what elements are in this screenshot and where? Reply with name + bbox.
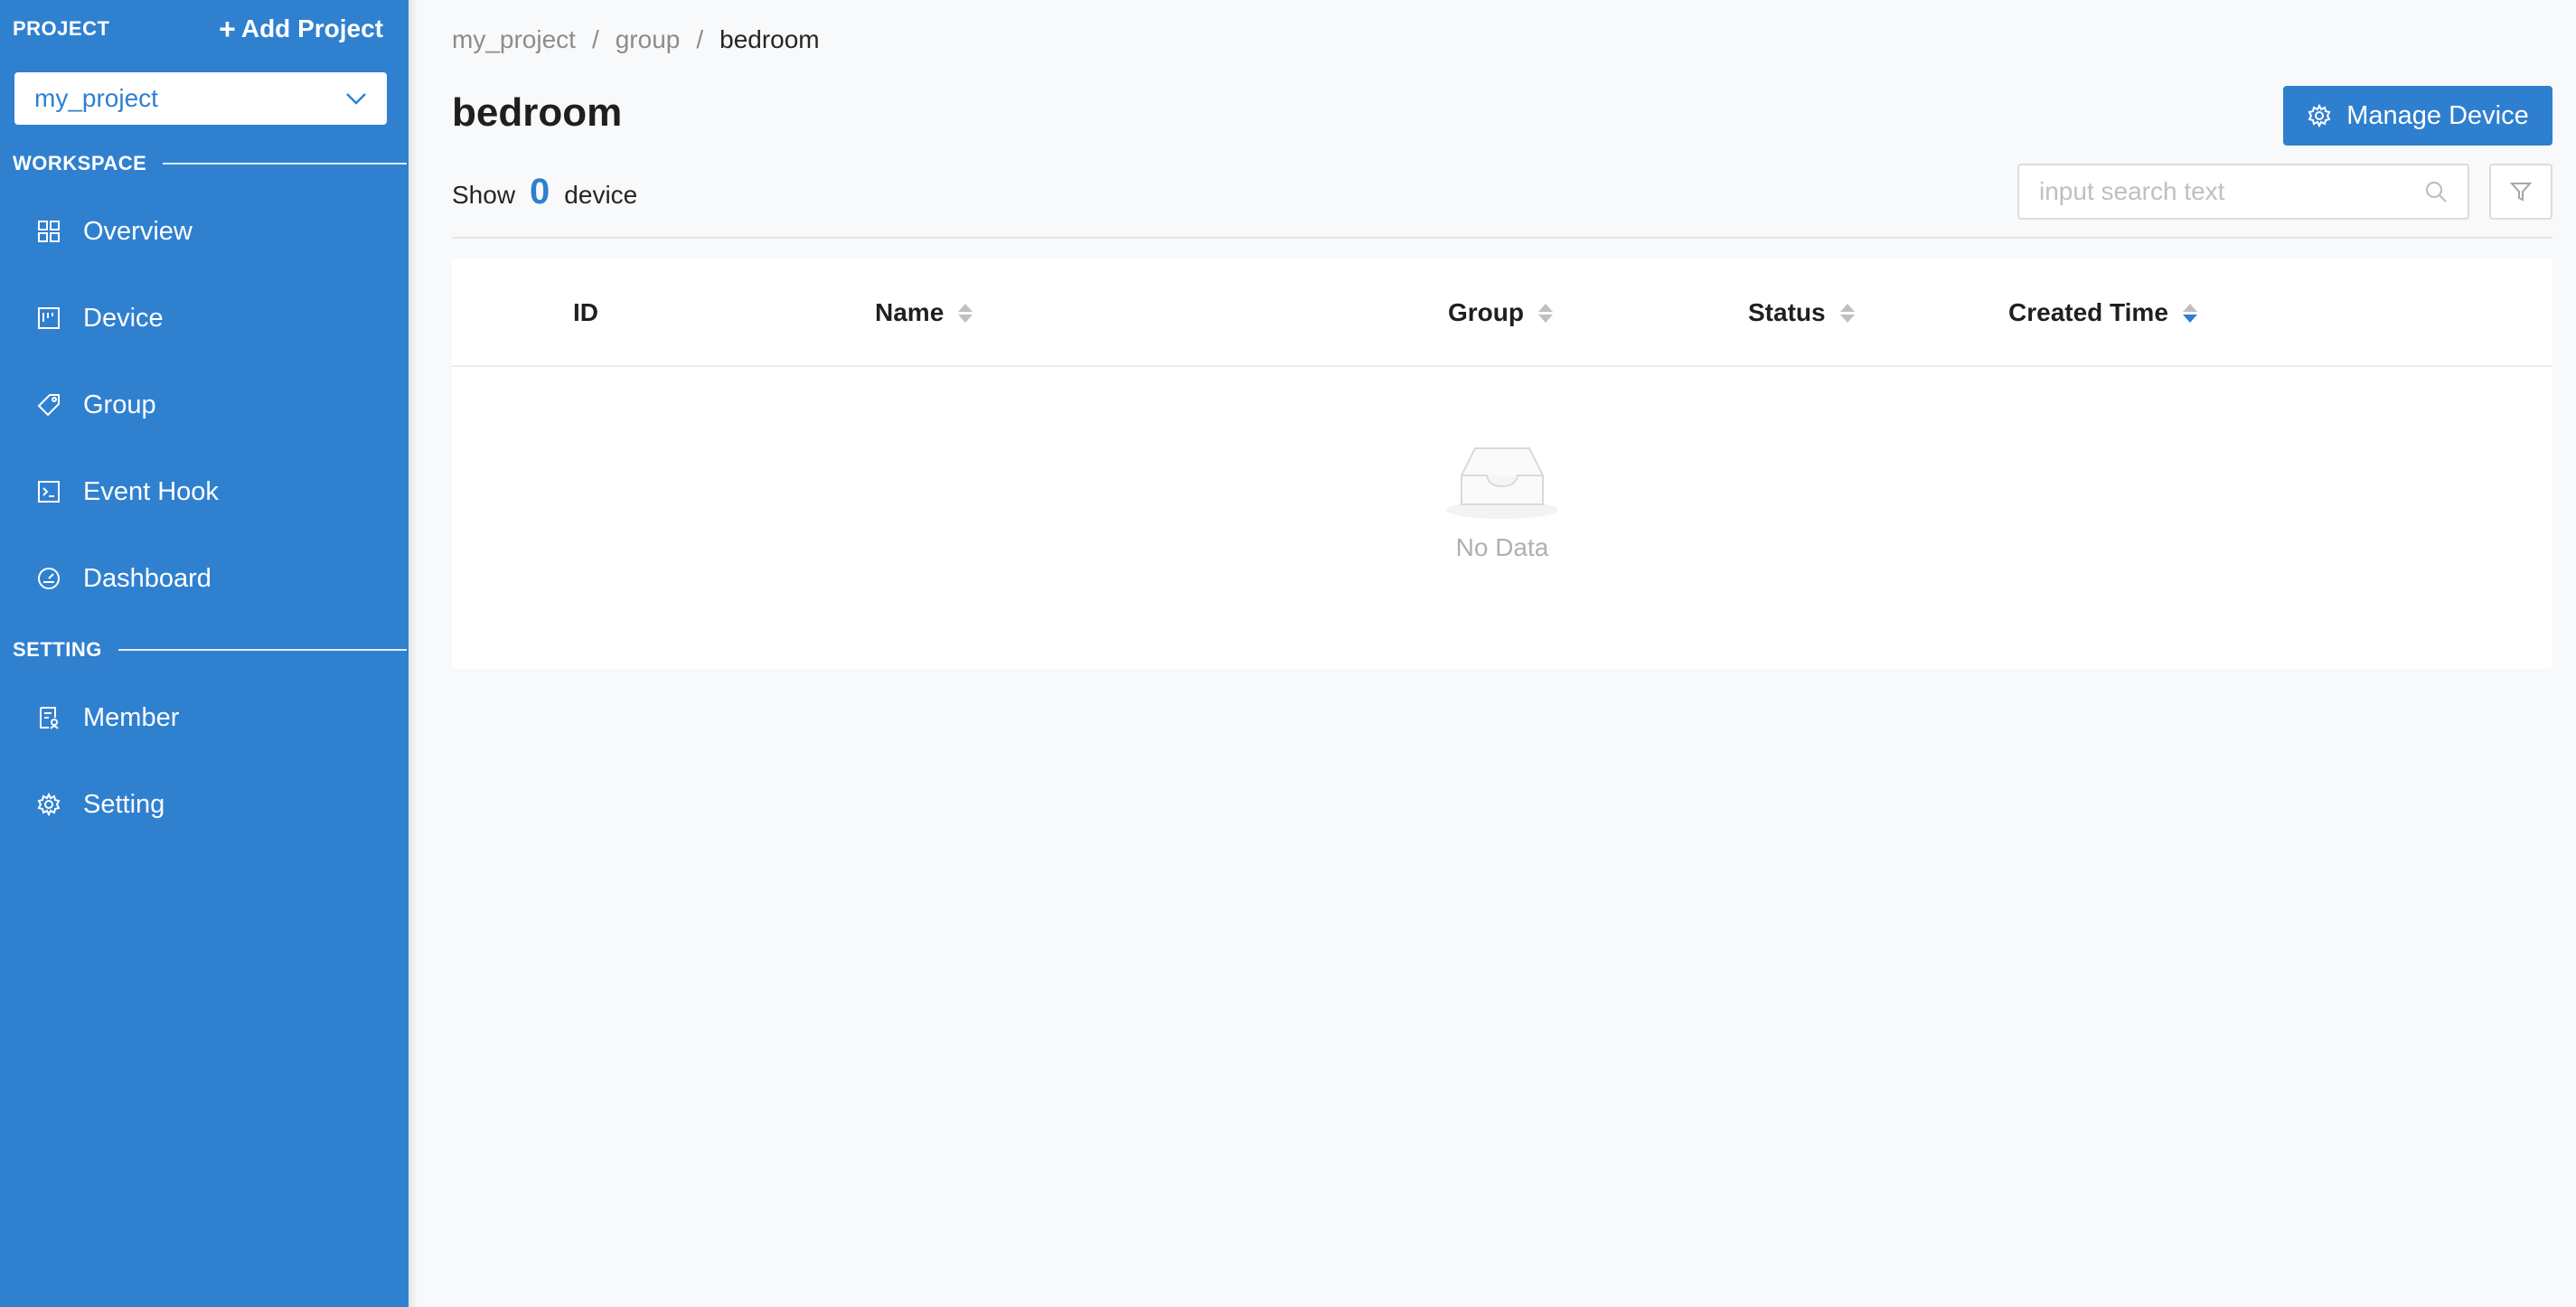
gear-icon	[37, 792, 61, 817]
sort-icon	[1538, 303, 1553, 323]
manage-device-label: Manage Device	[2346, 100, 2529, 130]
gear-icon	[2308, 103, 2331, 128]
sidebar-item-label: Event Hook	[83, 476, 219, 506]
column-header-created-time[interactable]: Created Time	[2008, 259, 2197, 367]
sidebar-item-label: Group	[83, 390, 156, 419]
empty-text: No Data	[1455, 533, 1549, 561]
column-header-label: Name	[875, 298, 945, 326]
workspace-label: WORKSPACE	[13, 152, 147, 174]
sidebar-item-event-hook[interactable]: Event Hook	[0, 448, 409, 535]
device-icon	[38, 307, 60, 329]
filter-button[interactable]	[2489, 164, 2552, 220]
column-header-label: ID	[573, 298, 598, 326]
plus-icon: +	[219, 13, 236, 45]
add-project-button[interactable]: + Add Project	[219, 14, 383, 43]
breadcrumb-separator: /	[591, 25, 599, 53]
sort-icon-descend	[2182, 303, 2197, 323]
sidebar: PROJECT + Add Project my_project WORKSPA…	[0, 0, 418, 1307]
column-header-label: Status	[1748, 298, 1826, 326]
tag-icon	[37, 394, 60, 417]
column-header-label: Created Time	[2008, 298, 2168, 326]
empty-state: No Data	[452, 439, 2552, 562]
page-title: bedroom	[452, 90, 623, 135]
sort-icon	[958, 303, 973, 323]
sidebar-item-label: Setting	[83, 789, 165, 819]
project-label: PROJECT	[13, 17, 110, 40]
device-label: device	[564, 181, 638, 209]
add-project-label: Add Project	[240, 14, 383, 42]
sidebar-item-group[interactable]: Group	[0, 362, 409, 448]
column-header-name[interactable]: Name	[875, 259, 973, 367]
setting-label: SETTING	[13, 638, 102, 661]
sidebar-item-member[interactable]: Member	[0, 674, 409, 761]
project-select[interactable]: my_project	[14, 72, 387, 125]
table-header: ID Name Group Status Created Time	[452, 259, 2552, 367]
manage-device-button[interactable]: Manage Device	[2283, 86, 2552, 146]
section-divider	[118, 649, 407, 651]
breadcrumb-item-group[interactable]: group	[616, 25, 681, 54]
breadcrumb-separator: /	[696, 25, 704, 53]
sidebar-item-dashboard[interactable]: Dashboard	[0, 535, 409, 622]
sidebar-item-label: Dashboard	[83, 563, 212, 593]
setting-section-header: SETTING	[13, 638, 407, 662]
column-header-id: ID	[573, 259, 598, 367]
search-box	[2017, 164, 2469, 220]
empty-inbox-icon	[1446, 447, 1558, 519]
section-divider	[163, 163, 407, 165]
device-table: ID Name Group Status Created Time No Dat…	[452, 259, 2552, 669]
breadcrumb-item-current: bedroom	[719, 25, 820, 53]
workspace-section-header: WORKSPACE	[13, 152, 407, 175]
grid-icon	[38, 221, 60, 242]
sidebar-item-label: Overview	[83, 216, 193, 246]
breadcrumb: my_project / group / bedroom	[452, 25, 820, 54]
member-icon	[40, 707, 59, 729]
chevron-down-icon	[346, 93, 366, 105]
sidebar-item-overview[interactable]: Overview	[0, 188, 409, 275]
project-select-value: my_project	[34, 84, 158, 112]
device-count: 0	[530, 172, 550, 212]
project-header: PROJECT + Add Project	[13, 14, 383, 43]
breadcrumb-item-project[interactable]: my_project	[452, 25, 576, 54]
sidebar-item-label: Member	[83, 702, 180, 732]
terminal-icon	[38, 481, 60, 503]
main-content: my_project / group / bedroom bedroom Man…	[409, 0, 2576, 1307]
device-count-summary: Show 0 device	[452, 172, 637, 212]
gauge-icon	[38, 568, 60, 589]
search-icon[interactable]	[2424, 180, 2448, 203]
sidebar-item-label: Device	[83, 303, 164, 333]
search-input[interactable]	[2039, 177, 2401, 206]
column-header-label: Group	[1448, 298, 1524, 326]
column-header-group[interactable]: Group	[1448, 259, 1553, 367]
sidebar-item-setting[interactable]: Setting	[0, 761, 409, 848]
toolbar-divider	[452, 237, 2552, 239]
column-header-status[interactable]: Status	[1748, 259, 1855, 367]
sidebar-item-device[interactable]: Device	[0, 275, 409, 362]
sort-icon	[1839, 303, 1855, 323]
show-label: Show	[452, 181, 516, 209]
filter-icon	[2509, 183, 2533, 202]
